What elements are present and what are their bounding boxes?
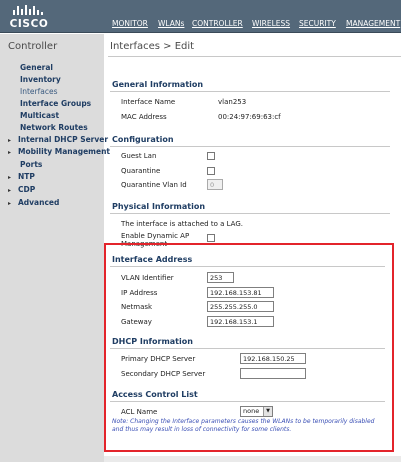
sidebar-item-interface-groups[interactable]: Interface Groups [20,99,91,108]
sidebar-title: Controller [8,41,58,52]
nav-wireless[interactable]: WIRELESS [252,19,290,28]
divider [108,56,401,57]
section-title-dhcp: DHCP Information [112,337,193,346]
divider [110,91,390,92]
guest-lan-checkbox[interactable] [207,152,215,160]
dynamic-ap-checkbox[interactable] [207,234,215,242]
ip-address-label: IP Address [121,289,158,297]
footer-bar [104,456,401,462]
netmask-label: Netmask [121,303,153,311]
section-title-configuration: Configuration [112,135,174,144]
dynamic-ap-label-line1: Enable Dynamic AP [121,232,190,240]
sidebar-item-label: Mobility Management [18,147,110,156]
divider [110,146,390,147]
vlan-identifier-input[interactable]: 253 [207,272,234,283]
primary-dhcp-input[interactable]: 192.168.150.25 [240,353,306,364]
quarantine-label: Quarantine [121,167,161,175]
interface-name-value: vlan253 [218,98,247,106]
sidebar-item-general[interactable]: General [20,63,53,72]
interface-name-label: Interface Name [121,98,176,106]
expand-arrow-icon: ▸ [8,174,12,181]
nav-controller[interactable]: CONTROLLER [192,19,243,28]
sidebar-item-mobility-management[interactable]: ▸ Mobility Management [8,147,110,156]
primary-dhcp-label: Primary DHCP Server [121,355,196,363]
divider [110,266,385,267]
guest-lan-label: Guest Lan [121,152,157,160]
acl-name-selected: none [243,407,260,415]
nav-wlans[interactable]: WLANs [158,19,184,28]
divider [110,401,385,402]
sidebar-item-network-routes[interactable]: Network Routes [20,123,88,132]
sidebar-item-label: NTP [18,172,35,181]
cisco-logo: CISCO [7,2,51,32]
sidebar-item-inventory[interactable]: Inventory [20,75,61,84]
secondary-dhcp-input[interactable] [240,368,306,379]
chevron-down-icon: ▼ [263,407,272,416]
expand-arrow-icon: ▸ [8,187,12,194]
page-title: Interfaces > Edit [110,41,195,52]
sidebar-item-label: CDP [18,185,36,194]
ip-address-input[interactable]: 192.168.153.81 [207,287,274,298]
vlan-identifier-label: VLAN Identifier [121,274,174,282]
sidebar-item-label: Internal DHCP Server [18,135,109,144]
divider [110,348,385,349]
gateway-input[interactable]: 192.168.153.1 [207,316,274,327]
acl-name-label: ACL Name [121,408,158,416]
section-title-physical: Physical Information [112,202,206,211]
cisco-bars-icon [13,5,43,15]
quarantine-checkbox[interactable] [207,167,215,175]
cisco-logo-text: CISCO [9,18,49,30]
sidebar-item-multicast[interactable]: Multicast [20,111,59,120]
nav-management[interactable]: MANAGEMENT [346,19,400,28]
section-title-interface-address: Interface Address [112,255,193,264]
acl-name-select[interactable]: none ▼ [240,406,273,417]
quarantine-vlan-input[interactable]: 0 [207,179,223,190]
top-navigation-bar: CISCO MONITOR WLANs CONTROLLER WIRELESS … [0,0,401,33]
expand-arrow-icon: ▸ [8,200,12,207]
sidebar-item-internal-dhcp-server[interactable]: ▸ Internal DHCP Server [8,135,108,144]
note-text: Note: Changing the Interface parameters … [112,418,375,433]
mac-address-label: MAC Address [121,113,167,121]
secondary-dhcp-label: Secondary DHCP Server [121,370,206,378]
netmask-input[interactable]: 255.255.255.0 [207,301,274,312]
sidebar-item-ports[interactable]: Ports [20,160,42,169]
section-title-acl: Access Control List [112,390,198,399]
lag-notice: The interface is attached to a LAG. [121,220,243,228]
section-title-general: General Information [112,80,204,89]
quarantine-vlan-label: Quarantine Vlan Id [121,181,187,189]
sidebar-item-ntp[interactable]: ▸ NTP [8,172,35,181]
expand-arrow-icon: ▸ [8,149,12,156]
gateway-label: Gateway [121,318,152,326]
divider [110,213,390,214]
mac-address-value: 00:24:97:69:63:cf [218,113,281,121]
expand-arrow-icon: ▸ [8,137,12,144]
sidebar-item-label: Advanced [18,198,60,207]
sidebar: Controller General Inventory Interfaces … [0,34,110,462]
nav-monitor[interactable]: MONITOR [112,19,148,28]
nav-security[interactable]: SECURITY [299,19,336,28]
sidebar-item-interfaces[interactable]: Interfaces [20,87,58,96]
sidebar-item-advanced[interactable]: ▸ Advanced [8,198,59,207]
sidebar-item-cdp[interactable]: ▸ CDP [8,185,35,194]
